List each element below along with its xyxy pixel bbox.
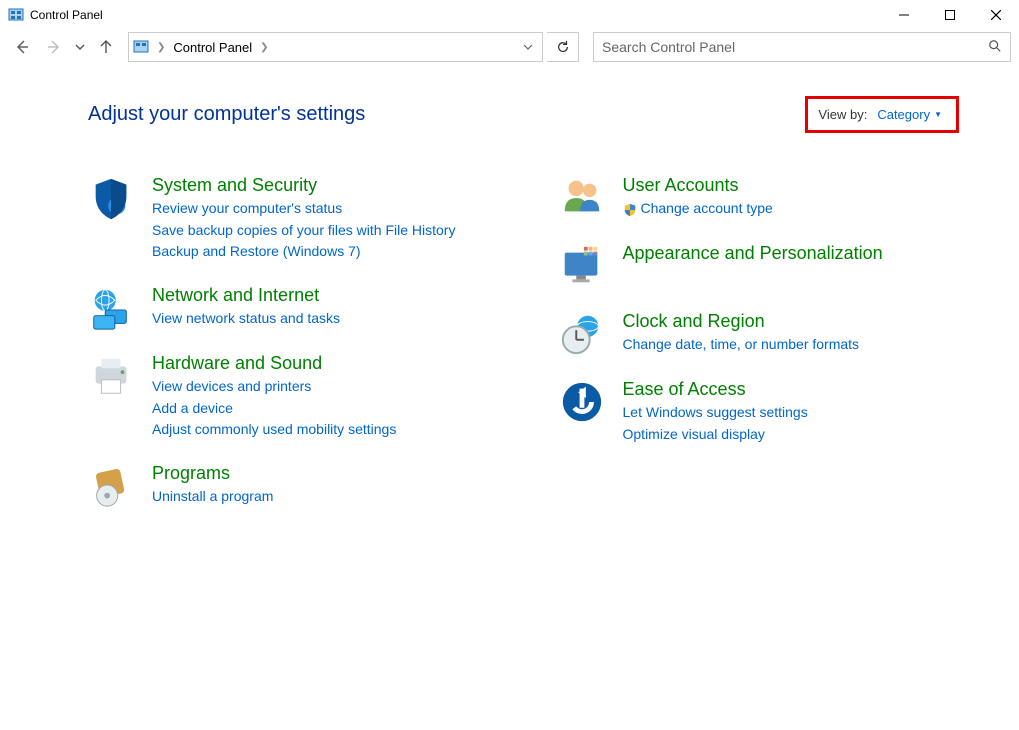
category-link-text: Change account type (641, 198, 773, 220)
programs-icon (88, 463, 134, 509)
ease-of-access-icon (559, 379, 605, 425)
right-column: User Accounts Change account type Appear… (559, 175, 960, 531)
chevron-down-icon: ▼ (934, 110, 942, 119)
category-network-internet: Network and Internet View network status… (88, 285, 489, 331)
category-title[interactable]: System and Security (152, 175, 489, 196)
maximize-button[interactable] (927, 0, 973, 30)
forward-button[interactable] (40, 33, 68, 61)
category-link[interactable]: Change date, time, or number formats (623, 334, 960, 356)
recent-locations-button[interactable] (72, 33, 88, 61)
chevron-right-icon[interactable]: ❯ (258, 42, 270, 53)
category-link[interactable]: Review your computer's status (152, 198, 489, 220)
globe-network-icon (88, 285, 134, 331)
category-title[interactable]: Programs (152, 463, 489, 484)
category-title[interactable]: Ease of Access (623, 379, 960, 400)
category-title[interactable]: Hardware and Sound (152, 353, 489, 374)
control-panel-icon (8, 7, 24, 23)
control-panel-icon (133, 39, 149, 55)
category-title[interactable]: Clock and Region (623, 311, 960, 332)
category-link[interactable]: Change account type (623, 198, 773, 220)
category-link[interactable]: Add a device (152, 398, 489, 420)
address-dropdown-button[interactable] (518, 40, 538, 55)
category-appearance-personalization: Appearance and Personalization (559, 243, 960, 289)
category-link[interactable]: Adjust commonly used mobility settings (152, 419, 489, 441)
category-link[interactable]: Let Windows suggest settings (623, 402, 960, 424)
monitor-personalization-icon (559, 243, 605, 289)
search-input[interactable] (602, 39, 988, 55)
category-clock-region: Clock and Region Change date, time, or n… (559, 311, 960, 357)
uac-shield-icon (623, 202, 637, 216)
category-user-accounts: User Accounts Change account type (559, 175, 960, 221)
address-bar[interactable]: ❯ Control Panel ❯ (128, 32, 543, 62)
category-title[interactable]: User Accounts (623, 175, 960, 196)
breadcrumb-control-panel[interactable]: Control Panel (167, 40, 258, 55)
view-by-control[interactable]: View by: Category ▼ (805, 96, 959, 133)
category-programs: Programs Uninstall a program (88, 463, 489, 509)
search-box[interactable] (593, 32, 1011, 62)
page-title: Adjust your computer's settings (88, 103, 365, 126)
category-link[interactable]: View devices and printers (152, 376, 489, 398)
clock-globe-icon (559, 311, 605, 357)
category-link[interactable]: Optimize visual display (623, 424, 960, 446)
header-row: Adjust your computer's settings View by:… (88, 96, 959, 133)
close-button[interactable] (973, 0, 1019, 30)
navbar: ❯ Control Panel ❯ (0, 30, 1019, 68)
users-icon (559, 175, 605, 221)
up-button[interactable] (92, 33, 120, 61)
printer-icon (88, 353, 134, 399)
category-link[interactable]: Save backup copies of your files with Fi… (152, 220, 489, 242)
minimize-button[interactable] (881, 0, 927, 30)
category-title[interactable]: Appearance and Personalization (623, 243, 960, 264)
category-system-security: System and Security Review your computer… (88, 175, 489, 263)
category-link[interactable]: Uninstall a program (152, 486, 489, 508)
category-columns: System and Security Review your computer… (88, 175, 959, 531)
category-hardware-sound: Hardware and Sound View devices and prin… (88, 353, 489, 441)
view-by-value-text: Category (877, 107, 930, 122)
chevron-right-icon[interactable]: ❯ (155, 42, 167, 53)
content-area: Adjust your computer's settings View by:… (0, 68, 1019, 531)
titlebar: Control Panel (0, 0, 1019, 30)
category-ease-of-access: Ease of Access Let Windows suggest setti… (559, 379, 960, 445)
window-controls (881, 0, 1019, 30)
shield-icon (88, 175, 134, 221)
category-link[interactable]: View network status and tasks (152, 308, 489, 330)
view-by-label: View by: (818, 107, 867, 122)
category-title[interactable]: Network and Internet (152, 285, 489, 306)
category-link[interactable]: Backup and Restore (Windows 7) (152, 241, 489, 263)
refresh-button[interactable] (547, 32, 579, 62)
search-icon[interactable] (988, 39, 1002, 56)
view-by-value[interactable]: Category ▼ (877, 107, 942, 122)
back-button[interactable] (8, 33, 36, 61)
left-column: System and Security Review your computer… (88, 175, 489, 531)
window-title: Control Panel (30, 8, 103, 22)
